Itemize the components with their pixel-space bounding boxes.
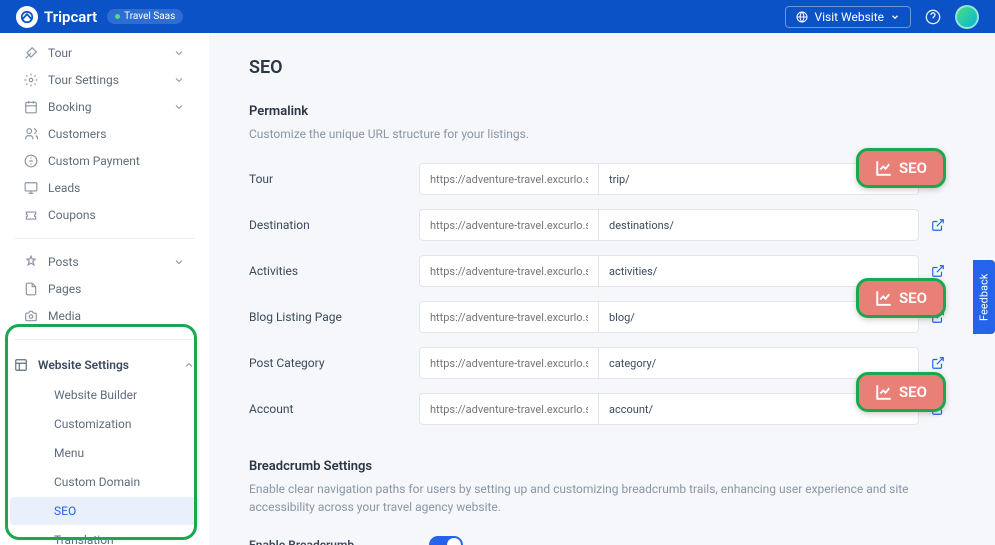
sidebar-item-posts[interactable]: Posts [10, 249, 199, 275]
sidebar-subitem-menu[interactable]: Menu [10, 439, 199, 467]
permalink-slug-input[interactable] [599, 209, 919, 241]
sidebar-subitem-website-builder[interactable]: Website Builder [10, 381, 199, 409]
permalink-base-input [419, 209, 599, 241]
sidebar-section-website-settings[interactable]: Website Settings [0, 350, 209, 380]
permalink-base-input [419, 393, 599, 425]
sidebar-item-label: Coupons [48, 208, 96, 222]
annotation-seo-label: SEO [899, 159, 927, 177]
sidebar: Tour Tour Settings Booking Customers Cus… [0, 33, 209, 545]
chevron-down-icon [173, 47, 185, 59]
sidebar-subitem-custom-domain[interactable]: Custom Domain [10, 468, 199, 496]
sidebar-item-coupons[interactable]: Coupons [10, 202, 199, 228]
annotation-seo-callout[interactable]: SEO [856, 372, 946, 412]
permalink-row-label: Destination [249, 218, 419, 232]
nav-icon [24, 154, 38, 168]
permalink-row-label: Account [249, 402, 419, 416]
brand-name: Tripcart [44, 8, 97, 26]
permalink-base-input [419, 163, 599, 195]
sidebar-item-customers[interactable]: Customers [10, 121, 199, 147]
sidebar-item-label: Pages [48, 282, 81, 296]
annotation-seo-callout[interactable]: SEO [856, 278, 946, 318]
sidebar-item-label: Media [48, 309, 81, 323]
permalink-base-input [419, 301, 599, 333]
brand-logo[interactable]: Tripcart [16, 6, 97, 28]
enable-breadcrumb-label: Enable Breadcrumb [249, 538, 429, 545]
environment-badge-label: Travel Saas [124, 11, 175, 22]
breadcrumb-title: Breadcrumb Settings [249, 459, 955, 474]
page-title: SEO [249, 57, 955, 78]
annotation-seo-label: SEO [899, 383, 927, 401]
sidebar-item-tour-settings[interactable]: Tour Settings [10, 67, 199, 93]
visit-website-button[interactable]: Visit Website [785, 6, 911, 28]
sidebar-section-label: Website Settings [38, 358, 129, 372]
sidebar-item-label: Posts [48, 255, 79, 269]
permalink-row-label: Tour [249, 172, 419, 186]
sidebar-item-custom-payment[interactable]: Custom Payment [10, 148, 199, 174]
sidebar-subitem-translation[interactable]: Translation [10, 526, 199, 545]
nav-icon [24, 73, 38, 87]
sidebar-item-label: Customers [48, 127, 106, 141]
chart-line-icon [875, 383, 893, 401]
annotation-seo-callout[interactable]: SEO [856, 148, 946, 188]
enable-breadcrumb-toggle[interactable] [429, 536, 463, 545]
chevron-up-icon [183, 359, 195, 371]
nav-icon [24, 309, 38, 323]
sidebar-subitem-customization[interactable]: Customization [10, 410, 199, 438]
chevron-down-icon [890, 12, 900, 22]
chart-line-icon [875, 159, 893, 177]
layout-icon [14, 358, 28, 372]
chevron-down-icon [173, 74, 185, 86]
sidebar-item-label: Leads [48, 181, 80, 195]
help-icon[interactable] [925, 9, 941, 25]
nav-icon [24, 127, 38, 141]
sidebar-item-leads[interactable]: Leads [10, 175, 199, 201]
annotation-seo-label: SEO [899, 289, 927, 307]
sidebar-item-label: Tour [48, 46, 72, 60]
external-link-icon[interactable] [931, 264, 945, 278]
sidebar-item-label: Booking [48, 100, 92, 114]
feedback-tab[interactable]: Feedback [973, 260, 995, 334]
sidebar-item-booking[interactable]: Booking [10, 94, 199, 120]
sidebar-item-pages[interactable]: Pages [10, 276, 199, 302]
external-link-icon[interactable] [931, 356, 945, 370]
nav-icon [24, 100, 38, 114]
nav-icon [24, 181, 38, 195]
visit-website-label: Visit Website [814, 10, 884, 24]
sidebar-subitem-seo[interactable]: SEO [10, 497, 199, 525]
nav-icon [24, 282, 38, 296]
environment-badge: Travel Saas [107, 9, 183, 24]
permalink-desc: Customize the unique URL structure for y… [249, 125, 955, 143]
sidebar-item-label: Tour Settings [48, 73, 119, 87]
globe-icon [796, 11, 808, 23]
permalink-title: Permalink [249, 104, 955, 119]
sidebar-item-tour[interactable]: Tour [10, 40, 199, 66]
permalink-row-label: Activities [249, 264, 419, 278]
logo-icon [16, 6, 38, 28]
permalink-base-input [419, 347, 599, 379]
chart-line-icon [875, 289, 893, 307]
nav-icon [24, 46, 38, 60]
permalink-row-label: Post Category [249, 356, 419, 370]
nav-icon [24, 208, 38, 222]
sidebar-item-label: Custom Payment [48, 154, 140, 168]
breadcrumb-desc: Enable clear navigation paths for users … [249, 480, 955, 516]
avatar[interactable] [955, 5, 979, 29]
chevron-down-icon [173, 101, 185, 113]
nav-icon [24, 255, 38, 269]
external-link-icon[interactable] [931, 218, 945, 232]
permalink-row-label: Blog Listing Page [249, 310, 419, 324]
permalink-base-input [419, 255, 599, 287]
chevron-down-icon [173, 256, 185, 268]
sidebar-item-media[interactable]: Media [10, 303, 199, 329]
